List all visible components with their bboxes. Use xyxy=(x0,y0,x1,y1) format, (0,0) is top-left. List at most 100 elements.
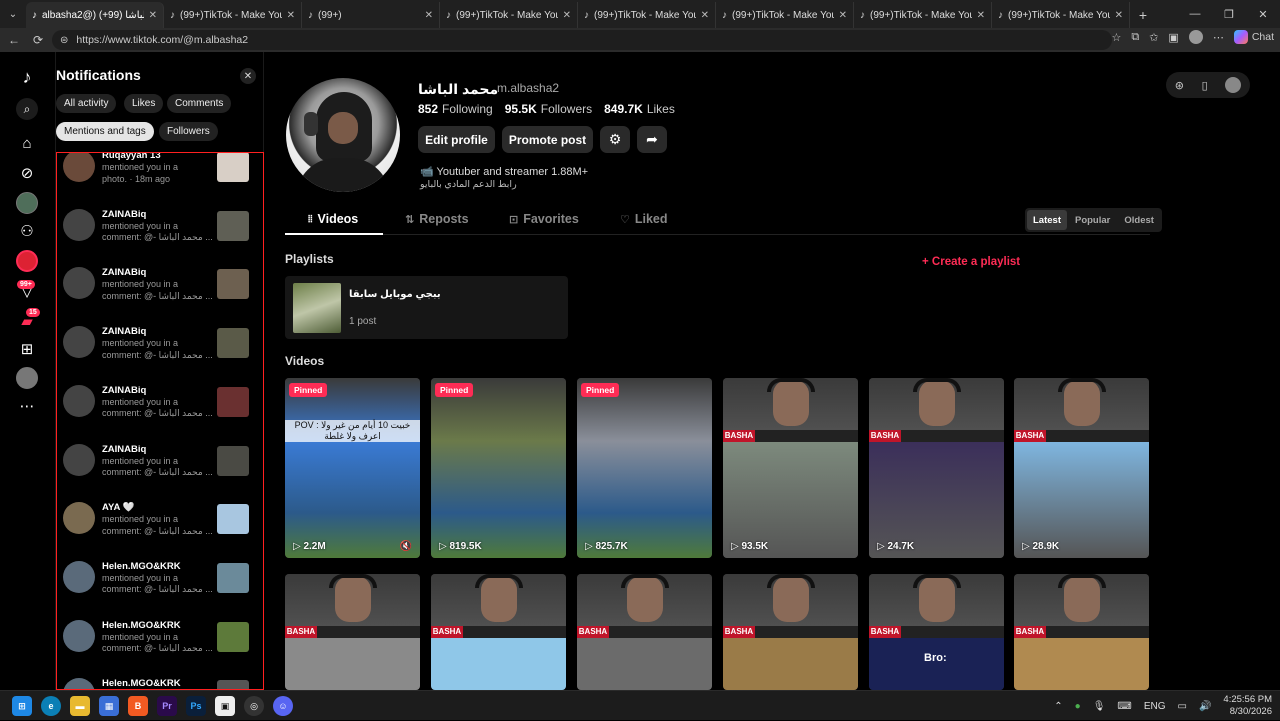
notification-username[interactable]: Helen.MGO&KRK xyxy=(102,561,181,572)
capcut-icon[interactable]: ▣ xyxy=(215,696,235,716)
playlist-card[interactable]: ببجي موبايل سابقا 1 post xyxy=(285,276,568,339)
browser-tab[interactable]: ♪ (99+)TikTok - Make Your Da ✕ xyxy=(992,2,1130,28)
notification-thumbnail[interactable] xyxy=(217,562,249,593)
edge-icon[interactable]: e xyxy=(41,696,61,716)
followers-stat[interactable]: 95.5K Followers xyxy=(505,102,592,116)
tab-list-dropdown-icon[interactable]: ⌄ xyxy=(0,0,26,28)
video-card[interactable]: BASHA xyxy=(577,574,712,690)
store-icon[interactable]: ▦ xyxy=(99,696,119,716)
notification-list[interactable]: Ruqayyah 13 mentioned you in a photo. · 18… xyxy=(56,152,264,690)
mute-icon[interactable]: 🔇 xyxy=(400,541,412,552)
account-avatar[interactable] xyxy=(1225,77,1242,93)
filter-all-activity[interactable]: All activity xyxy=(56,94,117,113)
close-icon[interactable]: ✕ xyxy=(240,68,256,84)
close-tab-icon[interactable]: ✕ xyxy=(977,10,985,21)
video-card[interactable]: 🔇Pinned▷ 825.7K xyxy=(577,378,712,558)
file-explorer-icon[interactable]: ▬ xyxy=(70,696,90,716)
tray-app-icon[interactable]: ● xyxy=(1075,701,1081,712)
device-icon[interactable]: ▯ xyxy=(1202,79,1208,92)
close-tab-icon[interactable]: ✕ xyxy=(839,10,847,21)
video-card[interactable]: BASHA ▷ 24.7K xyxy=(869,378,1004,558)
upload-icon[interactable]: ⊞ xyxy=(16,338,38,360)
volume-icon[interactable]: 🔊 xyxy=(1199,701,1211,712)
minimize-icon[interactable]: — xyxy=(1178,0,1212,28)
filter-comments[interactable]: Comments xyxy=(167,94,232,113)
notification-avatar[interactable] xyxy=(63,153,95,182)
discord-icon[interactable]: ☺ xyxy=(273,696,293,716)
notification-username[interactable]: ZAINABiq xyxy=(102,385,146,396)
notification-avatar[interactable] xyxy=(63,678,95,689)
browser-profile-avatar[interactable] xyxy=(1188,30,1203,44)
windows-start-icon[interactable]: ⊞ xyxy=(12,696,32,716)
clock[interactable]: 4:25:56 PM 8/30/2026 xyxy=(1223,694,1272,718)
following-avatar[interactable] xyxy=(16,192,38,214)
maximize-icon[interactable]: ❐ xyxy=(1212,0,1246,28)
video-card[interactable]: BASHA xyxy=(1014,574,1149,690)
notification-item[interactable]: Helen.MGO&KRK xyxy=(57,678,263,689)
microphone-icon[interactable]: 🎙 xyxy=(1093,701,1106,712)
notification-avatar[interactable] xyxy=(63,443,95,476)
notification-username[interactable]: ZAINABiq xyxy=(102,444,146,455)
chrome-icon[interactable]: ◎ xyxy=(244,696,264,716)
edit-profile-button[interactable]: Edit profile xyxy=(418,126,495,153)
more-icon[interactable]: ⋯ xyxy=(1213,31,1224,44)
video-card[interactable]: BASHA ▷ 28.9K xyxy=(1014,378,1149,558)
settings-gear-icon[interactable]: ⚙ xyxy=(600,126,630,153)
notification-item[interactable]: Helen.MGO&KRK mentioned you in a comment: … xyxy=(57,560,263,619)
notification-item[interactable]: ZAINABiq mentioned you in a comment: @- مح… xyxy=(57,208,263,267)
keyboard-icon[interactable]: ⌨ xyxy=(1117,701,1131,712)
browser-tab[interactable]: ♪ (99+)TikTok - Make Your Day ✕ xyxy=(164,2,302,28)
tab-reposts[interactable]: ⇅ Reposts xyxy=(405,212,469,226)
notification-avatar[interactable] xyxy=(63,267,95,300)
notification-item[interactable]: AYA 🤍 mentioned you in a comment: @- محمد … xyxy=(57,502,263,560)
video-card[interactable]: BASHA Bro: xyxy=(869,574,1004,690)
tab-favorites[interactable]: ⊡ Favorites xyxy=(509,212,579,226)
browser-tab[interactable]: ♪ albasha2@) محمد الباشا (99+) ✕ xyxy=(26,2,164,28)
close-window-icon[interactable]: ✕ xyxy=(1246,0,1280,28)
sort-latest[interactable]: Latest xyxy=(1027,210,1067,230)
tab-videos[interactable]: ⦙⦙ Videos xyxy=(308,212,358,226)
notification-item[interactable]: ZAINABiq mentioned you in a comment: @- مح… xyxy=(57,326,263,384)
profile-avatar-rail[interactable] xyxy=(16,367,38,389)
site-info-icon[interactable]: ⊜ xyxy=(60,35,68,46)
notification-username[interactable]: ZAINABiq xyxy=(102,209,146,220)
coin-icon[interactable]: ⊛ xyxy=(1175,79,1184,92)
close-tab-icon[interactable]: ✕ xyxy=(287,10,295,21)
close-tab-icon[interactable]: ✕ xyxy=(1115,10,1123,21)
favorites-icon[interactable]: ✩ xyxy=(1149,31,1158,44)
notification-item[interactable]: Helen.MGO&KRK mentioned you in a comment: … xyxy=(57,619,263,678)
video-card[interactable]: POV : خبيت 10 أيام من غير ولا اعرف ولا غ… xyxy=(285,378,420,558)
extensions-icon[interactable]: ⧉ xyxy=(1131,31,1139,44)
favorite-star-icon[interactable]: ☆ xyxy=(1111,31,1121,44)
premiere-icon[interactable]: Pr xyxy=(157,696,177,716)
notification-avatar[interactable] xyxy=(63,208,95,241)
more-menu-icon[interactable]: ⋯ xyxy=(16,395,38,417)
share-icon[interactable]: ➦ xyxy=(637,126,667,153)
notification-avatar[interactable] xyxy=(63,502,95,535)
close-tab-icon[interactable]: ✕ xyxy=(425,10,433,21)
notification-username[interactable]: Ruqayyah 13 xyxy=(102,153,161,161)
brave-icon[interactable]: B xyxy=(128,696,148,716)
filter-followers[interactable]: Followers xyxy=(159,122,218,141)
filter-likes[interactable]: Likes xyxy=(124,94,164,113)
notification-item[interactable]: Ruqayyah 13 mentioned you in a photo. · 18… xyxy=(57,153,263,208)
notification-avatar[interactable] xyxy=(63,326,95,359)
notification-thumbnail[interactable] xyxy=(217,269,249,300)
network-icon[interactable]: ▭ xyxy=(1178,701,1187,712)
new-tab-button[interactable]: + xyxy=(1130,2,1156,28)
notification-item[interactable]: ZAINABiq mentioned you in a comment: @- مح… xyxy=(57,267,263,325)
notification-item[interactable]: ZAINABiq mentioned you in a comment: @- مح… xyxy=(57,443,263,502)
close-tab-icon[interactable]: ✕ xyxy=(701,10,709,21)
video-card[interactable]: BASHA xyxy=(285,574,420,690)
close-tab-icon[interactable]: ✕ xyxy=(149,10,157,21)
notification-avatar[interactable] xyxy=(63,384,95,417)
notification-username[interactable]: ZAINABiq xyxy=(102,326,146,337)
friends-icon[interactable]: ⚇ xyxy=(16,220,38,242)
notification-username[interactable]: AYA 🤍 xyxy=(102,502,134,513)
video-card[interactable]: BASHA ▷ 93.5K xyxy=(723,378,858,558)
tiktok-logo-icon[interactable]: ♪ xyxy=(16,66,38,88)
following-stat[interactable]: 852 Following xyxy=(418,102,493,116)
tab-liked[interactable]: ♡ Liked xyxy=(620,212,668,226)
notification-thumbnail[interactable] xyxy=(217,153,249,182)
create-playlist-button[interactable]: + Create a playlist xyxy=(922,256,1020,268)
